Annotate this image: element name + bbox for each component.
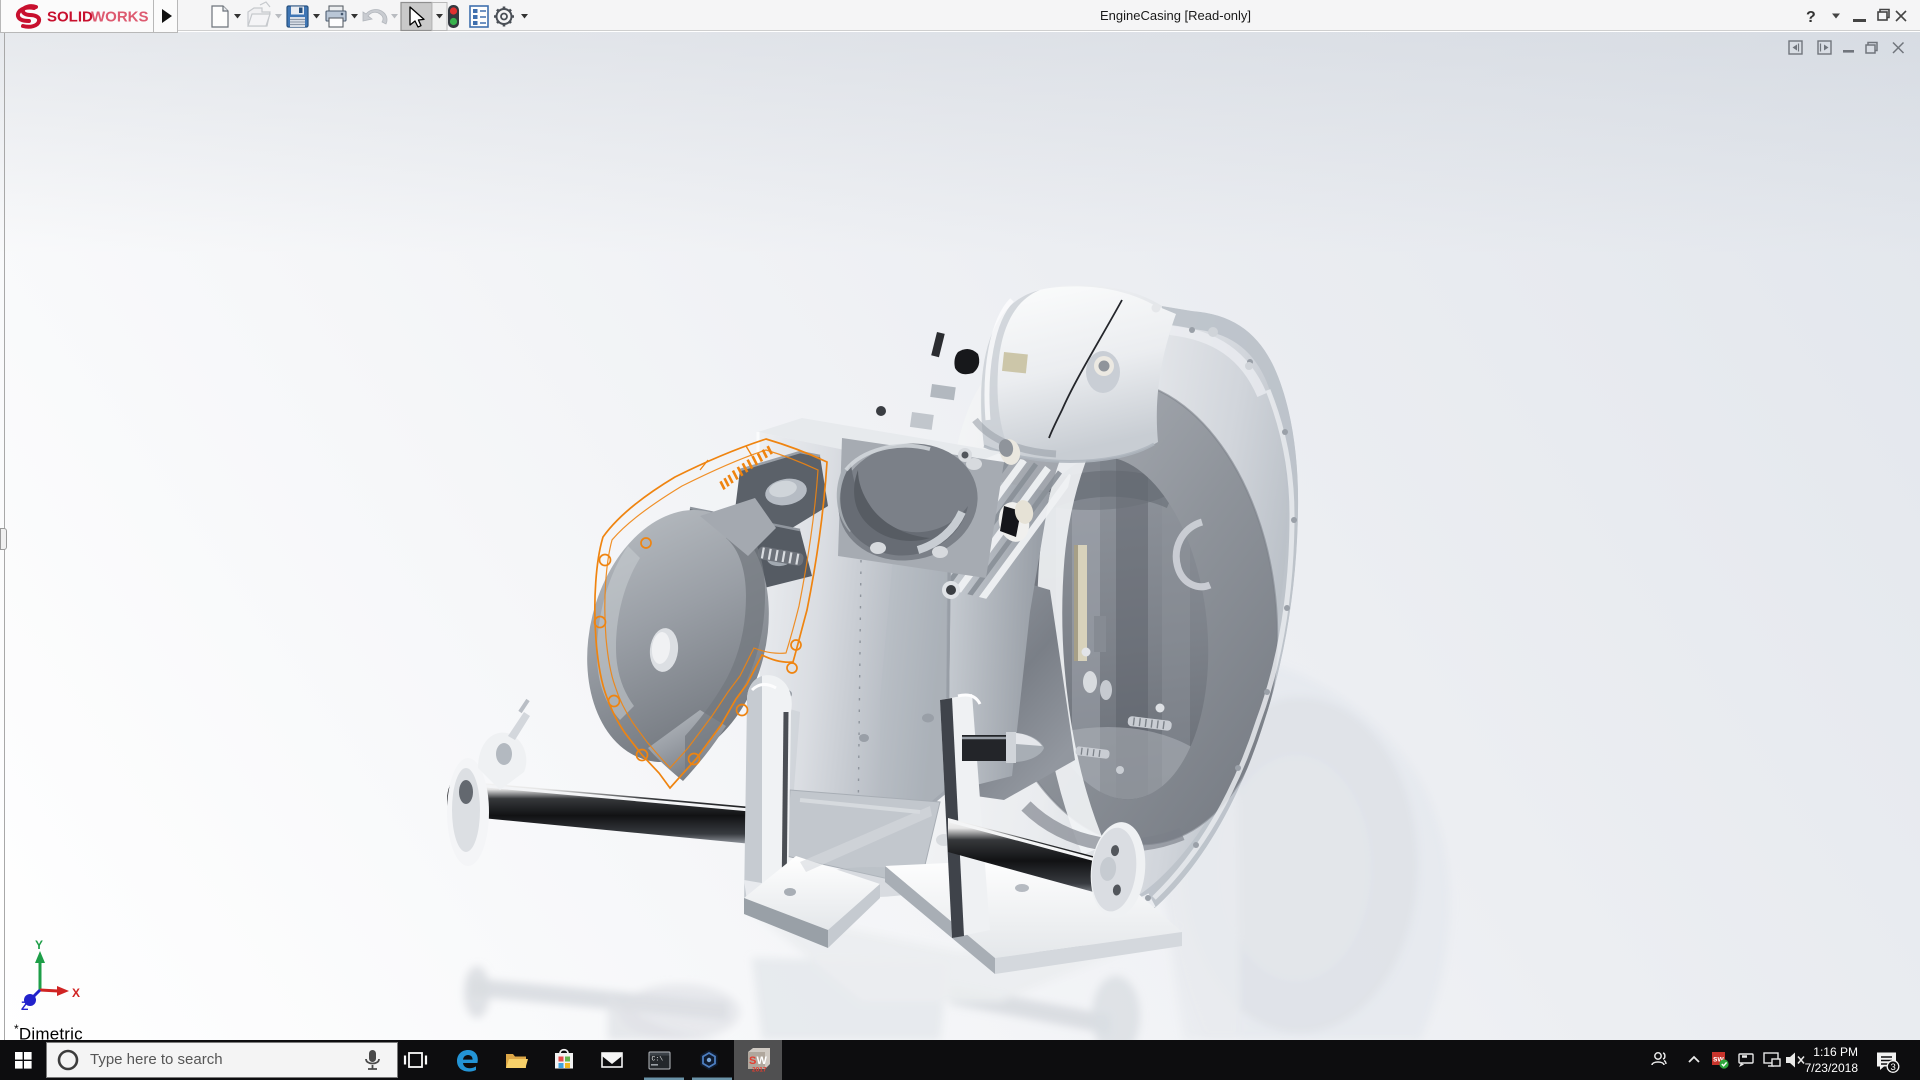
svg-text:Z: Z (21, 999, 28, 1013)
svg-text:Y: Y (35, 938, 43, 952)
svg-text:SOLID: SOLID (47, 9, 93, 26)
svg-text:X: X (72, 986, 80, 1000)
svg-text:WORKS: WORKS (91, 9, 149, 26)
svg-text:2017: 2017 (752, 1067, 767, 1074)
svg-text:S: S (749, 1055, 756, 1067)
svg-text:3: 3 (1891, 1062, 1896, 1073)
svg-text:C:\: C:\ (652, 1056, 664, 1063)
svg-text:?: ? (1806, 9, 1816, 26)
svg-text:W: W (757, 1055, 768, 1067)
